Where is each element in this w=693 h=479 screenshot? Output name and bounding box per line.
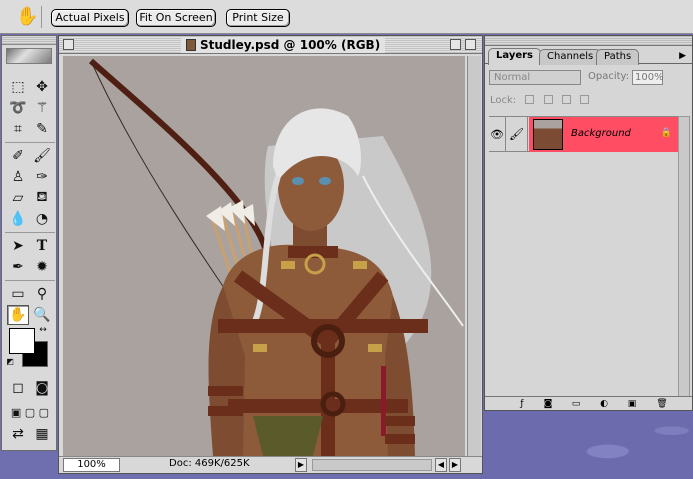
options-bar: ✋ Actual Pixels Fit On Screen Print Size	[0, 0, 693, 34]
lasso-icon[interactable]: ➰	[7, 98, 29, 118]
quick-mask-icon[interactable]: ◙	[31, 378, 53, 398]
layers-palette-titlebar[interactable]	[485, 36, 692, 46]
desktop-background	[480, 410, 693, 479]
tab-paths[interactable]: Paths	[596, 49, 640, 65]
zoom-level-field[interactable]: 100%	[63, 458, 120, 472]
history-brush-icon[interactable]: ✑	[31, 167, 53, 187]
character-artwork	[89, 58, 464, 456]
toolbox: ⬚ ✥ ➰ ⚚ ⌗ ✎ ✐ 🖌 ♙ ✑ ▱ ⛾ 💧 ◔ ➤ T ✒ ✹ ▭ ⚲ …	[1, 35, 57, 451]
swap-colors-icon[interactable]: ↔	[36, 324, 50, 336]
brush-link-icon[interactable]: 🖌	[506, 117, 528, 152]
document-titlebar[interactable]: Studley.psd @ 100% (RGB)	[59, 36, 482, 54]
document-title: Studley.psd @ 100% (RGB)	[181, 37, 386, 53]
default-colors-icon[interactable]: ◩	[5, 356, 15, 366]
notes-icon[interactable]: ▭	[7, 284, 29, 304]
imageready-icon[interactable]: ▦	[31, 424, 53, 444]
image-canvas[interactable]	[63, 56, 465, 456]
eyedropper-icon[interactable]: ⚲	[31, 284, 53, 304]
type-icon[interactable]: T	[31, 236, 53, 256]
horizontal-scrollbar[interactable]	[312, 459, 432, 471]
layer-row-background[interactable]: 👁 🖌 Background 🔒	[489, 116, 678, 152]
toolbox-divider	[5, 280, 55, 281]
dodge-icon[interactable]: ◔	[31, 209, 53, 229]
magic-wand-icon[interactable]: ⚚	[31, 98, 53, 118]
print-size-button[interactable]: Print Size	[226, 9, 290, 27]
lock-position-checkbox[interactable]	[561, 95, 571, 104]
document-proxy-icon	[186, 39, 196, 51]
adjustment-layer-icon[interactable]: ◐	[597, 398, 611, 410]
trash-icon[interactable]: 🗑	[655, 398, 669, 410]
layer-name: Background	[571, 128, 631, 139]
hand-tool-icon[interactable]: ✋	[7, 305, 29, 325]
scroll-right-icon[interactable]: ▶	[449, 458, 461, 472]
jump-to-imageready-icon[interactable]: ⇄	[7, 424, 29, 444]
foreground-color-swatch[interactable]	[9, 328, 35, 354]
palette-menu-icon[interactable]: ▶	[679, 51, 686, 61]
opacity-label: Opacity:	[588, 71, 630, 82]
stamp-icon[interactable]: ♙	[7, 167, 29, 187]
healing-icon[interactable]: ✐	[7, 146, 29, 166]
actual-pixels-button[interactable]: Actual Pixels	[51, 9, 129, 27]
lock-image-checkbox[interactable]	[543, 95, 553, 104]
screen-mode-icons[interactable]: ▣ ▢ ▢	[3, 402, 57, 422]
status-menu-arrow-icon[interactable]: ▶	[295, 458, 307, 472]
new-layer-icon[interactable]: ▣	[625, 398, 639, 410]
layer-selected-area[interactable]: Background 🔒	[529, 117, 678, 152]
eraser-icon[interactable]: ▱	[7, 188, 29, 208]
vertical-scrollbar[interactable]	[467, 56, 481, 456]
document-window: Studley.psd @ 100% (RGB) 100% Doc: 469K/…	[58, 35, 483, 474]
layer-style-icon[interactable]: ƒ	[515, 398, 529, 410]
hand-icon[interactable]: ✋	[14, 6, 42, 28]
palette-tabs: Layers Channels Paths ▶	[485, 46, 692, 65]
document-title-text: Studley.psd @ 100% (RGB)	[200, 38, 381, 52]
zoom-box-icon[interactable]	[450, 39, 461, 50]
lock-options: Lock:	[490, 95, 690, 109]
path-select-icon[interactable]: ➤	[7, 236, 29, 256]
toolbox-divider	[5, 232, 55, 233]
standard-mode-icon[interactable]: ◻	[7, 378, 29, 398]
layers-palette: Layers Channels Paths ▶ Normal Opacity: …	[484, 35, 693, 411]
bucket-icon[interactable]: ⛾	[31, 188, 53, 208]
layers-palette-footer: ƒ ◙ ▭ ◐ ▣ 🗑	[485, 396, 692, 410]
lock-all-checkbox[interactable]	[579, 95, 589, 104]
pen-icon[interactable]: ✒	[7, 257, 29, 277]
fit-on-screen-button[interactable]: Fit On Screen	[136, 9, 216, 27]
marquee-icon[interactable]: ⬚	[7, 77, 29, 97]
slice-icon[interactable]: ✎	[31, 119, 53, 139]
zoom-icon[interactable]: 🔍	[31, 305, 53, 325]
new-set-icon[interactable]: ▭	[569, 398, 583, 410]
lock-icon: 🔒	[660, 128, 672, 138]
layer-thumbnail	[533, 119, 563, 150]
document-status-bar: 100% Doc: 469K/625K ▶ ◀ ▶	[59, 456, 482, 473]
brush-icon[interactable]: 🖌	[31, 146, 53, 166]
scroll-left-icon[interactable]: ◀	[435, 458, 447, 472]
crop-icon[interactable]: ⌗	[7, 119, 29, 139]
document-size-info: Doc: 469K/625K	[169, 458, 250, 469]
blur-icon[interactable]: 💧	[7, 209, 29, 229]
opacity-field[interactable]: 100%	[632, 70, 664, 85]
toolbox-divider	[5, 142, 55, 143]
photoshop-logo[interactable]	[6, 48, 52, 64]
layer-mask-icon[interactable]: ◙	[541, 398, 555, 410]
collapse-box-icon[interactable]	[465, 39, 476, 50]
blend-mode-select[interactable]: Normal	[489, 70, 581, 85]
tab-channels[interactable]: Channels	[539, 49, 602, 65]
toolbox-titlebar[interactable]	[2, 36, 56, 45]
tab-layers[interactable]: Layers	[488, 48, 541, 65]
lock-transparency-checkbox[interactable]	[525, 95, 535, 104]
shape-icon[interactable]: ✹	[31, 257, 53, 277]
move-icon[interactable]: ✥	[31, 77, 53, 97]
close-box-icon[interactable]	[63, 39, 74, 50]
layers-scrollbar[interactable]	[678, 116, 690, 398]
eye-icon[interactable]: 👁	[489, 117, 506, 152]
lock-label: Lock:	[490, 95, 517, 106]
